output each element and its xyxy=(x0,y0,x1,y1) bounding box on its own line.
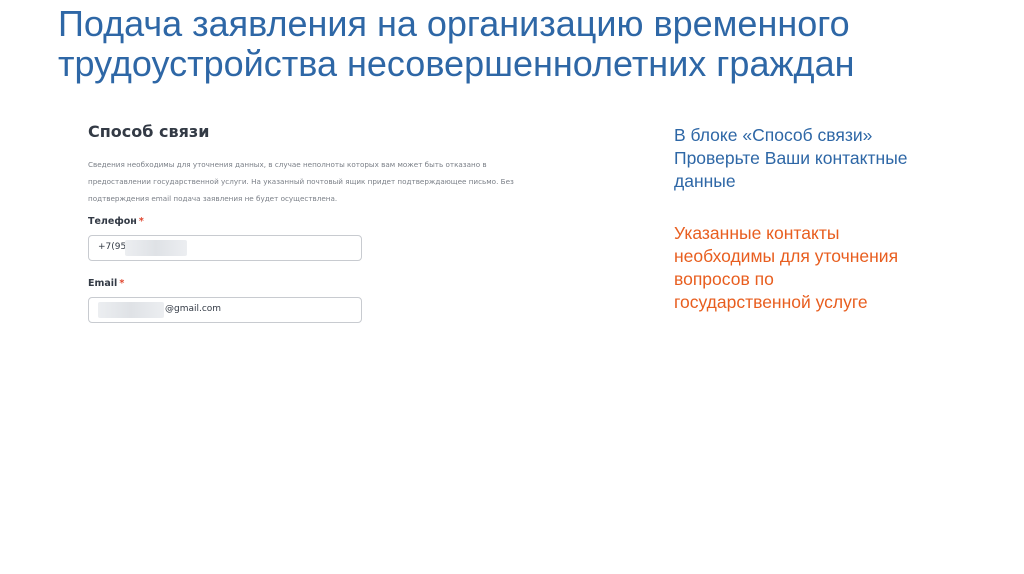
note-line: В блоке «Способ связи» xyxy=(674,125,873,145)
contact-method-form-screenshot: Способ связи Сведения необходимы для уто… xyxy=(78,112,558,342)
required-marker: * xyxy=(119,278,125,289)
email-label: Email * xyxy=(88,278,124,289)
note-line: государственной услуге xyxy=(674,292,868,312)
redacted-blur xyxy=(125,240,187,256)
note-check-contacts: В блоке «Способ связи» Проверьте Ваши ко… xyxy=(674,124,964,193)
email-value: @gmail.com xyxy=(165,304,222,314)
required-marker: * xyxy=(138,216,144,227)
note-contacts-required: Указанные контакты необходимы для уточне… xyxy=(674,222,974,314)
slide-title: Подача заявления на организацию временно… xyxy=(58,4,998,84)
description-line-1: Сведения необходимы для уточнения данных… xyxy=(88,160,487,169)
redacted-blur xyxy=(98,302,164,318)
phone-field[interactable]: +7(950 xyxy=(88,235,362,261)
note-line: Проверьте Ваши контактные xyxy=(674,148,908,168)
phone-label-text: Телефон xyxy=(88,216,137,227)
email-label-text: Email xyxy=(88,278,118,289)
phone-label: Телефон * xyxy=(88,216,144,227)
email-field[interactable]: @gmail.com xyxy=(88,297,362,323)
description-line-2: предоставлении государственной услуги. Н… xyxy=(88,177,514,186)
slide-title-line-1: Подача заявления на организацию временно… xyxy=(58,3,850,44)
note-line: данные xyxy=(674,171,736,191)
note-line: необходимы для уточнения xyxy=(674,246,899,266)
note-line: Указанные контакты xyxy=(674,223,840,243)
description-line-3: подтверждения email подача заявления не … xyxy=(88,194,338,203)
slide-title-line-2: трудоустройства несовершеннолетних гражд… xyxy=(58,43,855,84)
section-heading: Способ связи xyxy=(88,122,210,141)
section-description: Сведения необходимы для уточнения данных… xyxy=(88,156,548,207)
note-line: вопросов по xyxy=(674,269,774,289)
